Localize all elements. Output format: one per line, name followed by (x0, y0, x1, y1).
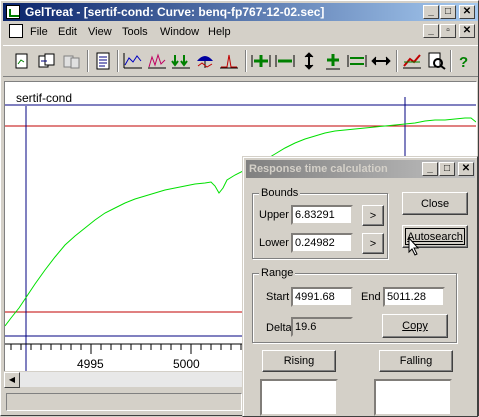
x-tick-label-4995: 4995 (77, 357, 104, 371)
status-cell (6, 393, 242, 411)
document-icon[interactable] (9, 24, 23, 38)
x-tick-label-5000: 5000 (173, 357, 200, 371)
close-button[interactable]: ✕ (459, 5, 475, 19)
expand-vertical-icon[interactable] (322, 50, 344, 72)
x-axis-ticks (10, 344, 242, 354)
child-restore-button[interactable]: ▫ (440, 24, 456, 38)
upper-field[interactable]: 6.83291 (291, 205, 353, 225)
dialog-title-bar: Response time calculation _ □ ✕ (246, 160, 475, 178)
delta-label: Delta (266, 322, 292, 334)
lower-field[interactable]: 0.24982 (291, 233, 353, 253)
title-bar: GelTreat - [sertif-cond: Curve: benq-fp7… (3, 3, 478, 21)
start-label: Start (266, 291, 290, 303)
start-field[interactable]: 4991.68 (291, 287, 353, 307)
toolbar-separator (396, 50, 398, 72)
range-group-label: Range (259, 266, 296, 280)
menu-help[interactable]: Help (208, 25, 231, 41)
expand-horizontal-icon[interactable] (250, 50, 272, 72)
menu-tools[interactable]: Tools (122, 25, 148, 41)
paste-curve-icon[interactable] (61, 50, 83, 72)
umbrella-icon[interactable] (194, 50, 216, 72)
menu-bar: File Edit View Tools Window Help _ ▫ ✕ (3, 22, 478, 42)
toolbar-separator (87, 50, 89, 72)
channel-label: sertif-cond (16, 91, 72, 105)
print-preview-icon[interactable] (425, 50, 447, 72)
maximize-button[interactable]: □ (440, 5, 456, 19)
menu-file[interactable]: File (30, 25, 48, 41)
filter-down-icon[interactable] (170, 50, 192, 72)
rising-button[interactable]: Rising (262, 350, 336, 372)
dialog-close-button[interactable]: ✕ (458, 162, 474, 176)
toolbar: ? (3, 45, 478, 77)
mouse-cursor-icon (408, 237, 420, 256)
bounds-group: Bounds Upper 6.83291 > Lower 0.24982 > (252, 186, 388, 259)
menu-window[interactable]: Window (160, 25, 199, 41)
end-label: End (361, 291, 381, 303)
lower-pick-button[interactable]: > (362, 233, 384, 254)
copy-curve-icon[interactable] (36, 50, 58, 72)
dialog-maximize-button[interactable]: □ (439, 162, 455, 176)
close-dialog-button[interactable]: Close (402, 192, 468, 215)
new-curve-icon[interactable] (11, 50, 33, 72)
equal-arrows-icon[interactable] (346, 50, 368, 72)
help-icon[interactable]: ? (453, 50, 475, 72)
response-time-dialog: Response time calculation _ □ ✕ Bounds U… (242, 156, 478, 417)
window-title: GelTreat - [sertif-cond: Curve: benq-fp7… (25, 5, 325, 19)
menu-view[interactable]: View (88, 25, 112, 41)
lower-label: Lower (259, 237, 289, 249)
rising-result-box (260, 379, 338, 416)
child-close-button[interactable]: ✕ (459, 24, 475, 38)
svg-text:?: ? (459, 54, 468, 70)
dialog-minimize-button[interactable]: _ (422, 162, 438, 176)
show-curve-icon[interactable] (122, 50, 144, 72)
peak-icon[interactable] (218, 50, 240, 72)
properties-icon[interactable] (92, 50, 114, 72)
falling-result-box (374, 379, 452, 416)
spectrum-icon[interactable] (146, 50, 168, 72)
upper-pick-button[interactable]: > (362, 205, 384, 226)
response-time-icon[interactable] (401, 50, 423, 72)
bounds-group-label: Bounds (259, 186, 301, 200)
menu-edit[interactable]: Edit (58, 25, 77, 41)
copy-label: Copy (402, 320, 428, 332)
app-window: GelTreat - [sertif-cond: Curve: benq-fp7… (0, 0, 479, 417)
range-group: Range Start 4991.68 End 5011.28 Delta 19… (252, 266, 457, 343)
toolbar-separator (117, 50, 119, 72)
horizontal-arrows-icon[interactable] (370, 50, 392, 72)
dialog-title: Response time calculation (249, 163, 388, 175)
end-field[interactable]: 5011.28 (383, 287, 445, 307)
scroll-left-button[interactable]: ◀ (4, 372, 20, 388)
toolbar-separator (245, 50, 247, 72)
app-icon (6, 5, 20, 19)
falling-button[interactable]: Falling (379, 350, 453, 372)
delta-field: 19.6 (291, 317, 353, 337)
upper-label: Upper (259, 209, 289, 221)
minimize-button[interactable]: _ (423, 5, 439, 19)
copy-button[interactable]: Copy (382, 314, 448, 338)
vertical-arrows-icon[interactable] (298, 50, 320, 72)
child-minimize-button[interactable]: _ (423, 24, 439, 38)
toolbar-separator (450, 50, 452, 72)
shrink-horizontal-icon[interactable] (274, 50, 296, 72)
